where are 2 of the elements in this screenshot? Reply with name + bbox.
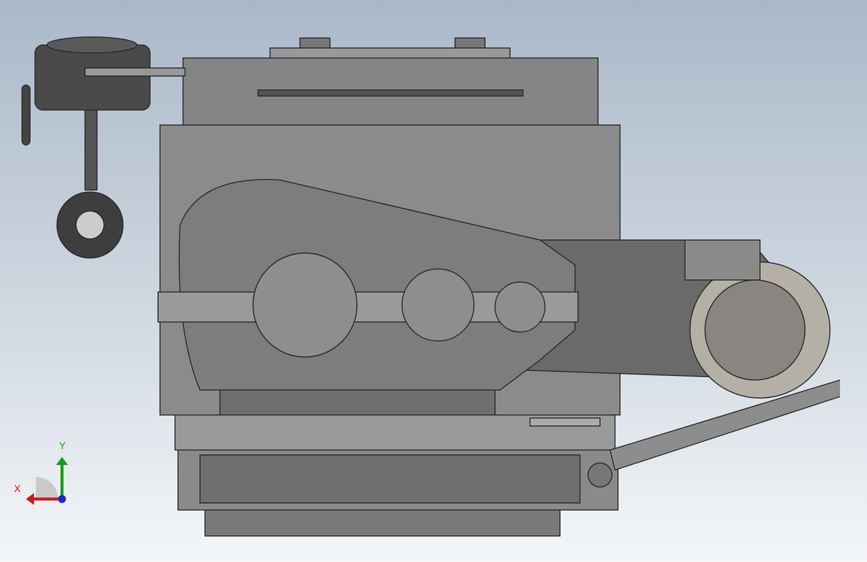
- x-axis-label: X: [14, 485, 21, 495]
- y-axis-label: Y: [59, 442, 66, 452]
